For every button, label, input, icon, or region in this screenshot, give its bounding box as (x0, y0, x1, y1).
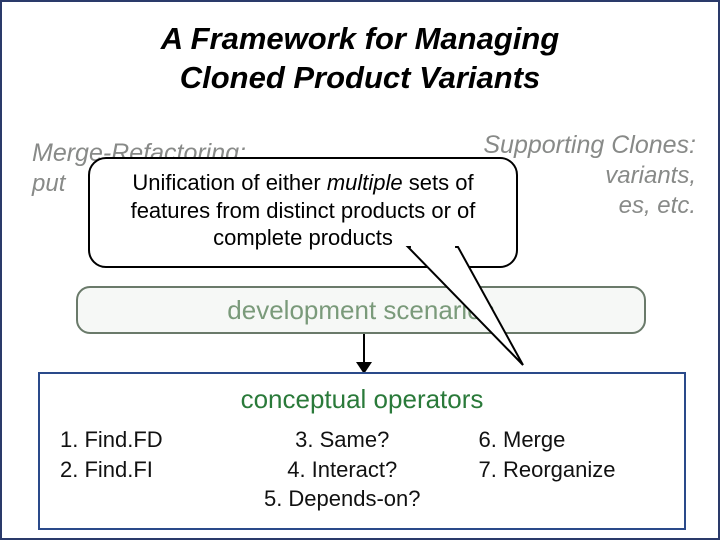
ops-col-2: 3. Same? 4. Interact? 5. Depends-on? (214, 425, 471, 514)
down-arrow-icon (354, 334, 374, 376)
op-reorganize: 7. Reorganize (479, 455, 668, 485)
development-scenarios-bar: development scenarios (76, 286, 646, 334)
ops-col-3: 6. Merge 7. Reorganize (471, 425, 668, 514)
slide-frame: A Framework for Managing Cloned Product … (0, 0, 720, 540)
ops-title: conceptual operators (56, 384, 668, 415)
conceptual-operators-box: conceptual operators 1. Find.FD 2. Find.… (38, 372, 686, 530)
bubble-post1: sets of (403, 170, 474, 195)
op-depends-on: 5. Depends-on? (214, 484, 471, 514)
bubble-line3: complete products (213, 225, 393, 250)
op-same: 3. Same? (214, 425, 471, 455)
ops-columns: 1. Find.FD 2. Find.FI 3. Same? 4. Intera… (56, 425, 668, 514)
op-find-fd: 1. Find.FD (60, 425, 214, 455)
op-merge: 6. Merge (479, 425, 668, 455)
slide-title: A Framework for Managing Cloned Product … (2, 2, 718, 98)
cloud-right-title: Supporting Clones: (386, 132, 696, 160)
bubble-pre: Unification of either (132, 170, 326, 195)
bubble-line2: features from distinct products or of (131, 198, 476, 223)
title-line-2: Cloned Product Variants (180, 60, 541, 95)
bubble-em: multiple (327, 170, 403, 195)
op-find-fi: 2. Find.FI (60, 455, 214, 485)
title-line-1: A Framework for Managing (161, 21, 559, 56)
speech-bubble: Unification of either multiple sets of f… (88, 157, 518, 268)
op-interact: 4. Interact? (214, 455, 471, 485)
ops-col-1: 1. Find.FD 2. Find.FI (56, 425, 214, 514)
